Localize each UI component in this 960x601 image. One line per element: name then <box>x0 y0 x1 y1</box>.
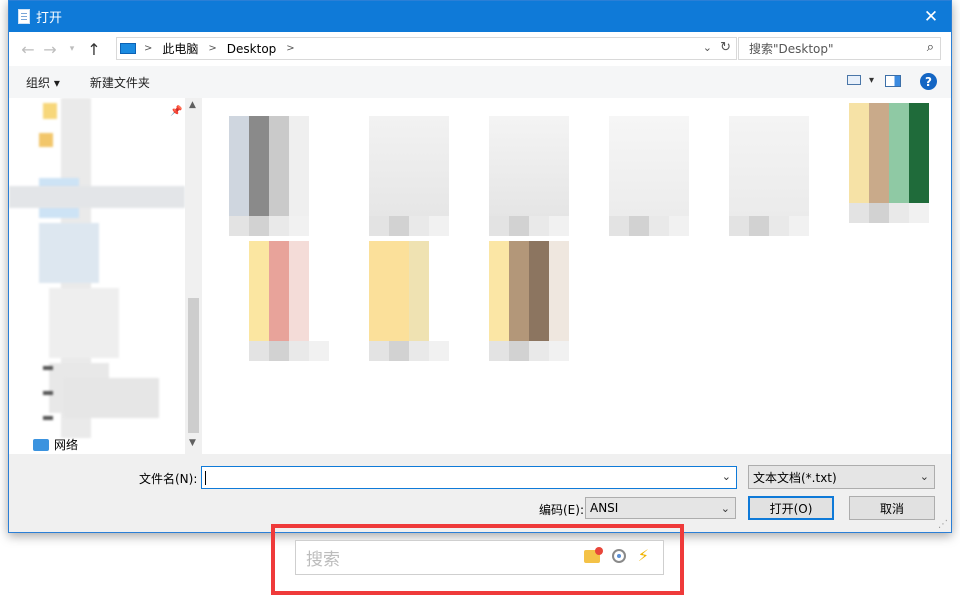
external-search-placeholder: 搜索 <box>306 550 340 570</box>
address-bar[interactable]: > 此电脑 > Desktop > ⌄ ↻ <box>116 37 737 60</box>
forward-arrow-icon[interactable]: → <box>39 40 61 59</box>
nav-item-network-label: 网络 <box>54 438 79 452</box>
search-input[interactable]: 搜索"Desktop" ⌕ <box>738 37 941 60</box>
window-title: 打开 <box>36 11 63 26</box>
notepad-icon <box>18 9 30 24</box>
filetype-select[interactable]: 文本文档(*.txt) ⌄ <box>748 465 935 489</box>
breadcrumb-this-pc[interactable]: 此电脑 <box>162 40 198 57</box>
file-item[interactable] <box>489 116 569 236</box>
organize-button[interactable]: 组织 ▾ <box>26 74 60 91</box>
navigation-pane: 📌 网络 <box>9 98 185 454</box>
preview-pane-icon[interactable] <box>885 75 901 87</box>
navigation-bar: ← → ▾ ↑ > 此电脑 > Desktop > ⌄ ↻ 搜索"Desktop… <box>9 32 951 66</box>
chevron-down-icon[interactable]: ⌄ <box>722 470 731 483</box>
search-placeholder: 搜索"Desktop" <box>749 42 834 56</box>
file-list <box>202 98 951 454</box>
lightning-icon[interactable]: ⚡ <box>638 548 649 564</box>
external-search-input[interactable]: 搜索 ⚡ <box>295 540 664 575</box>
recent-locations-icon[interactable]: ▾ <box>61 44 83 54</box>
refresh-icon[interactable]: ↻ <box>720 40 731 55</box>
folder-item[interactable] <box>249 241 329 361</box>
view-icon[interactable] <box>847 75 861 85</box>
new-folder-button[interactable]: 新建文件夹 <box>90 74 150 91</box>
up-arrow-icon[interactable]: ↑ <box>83 40 105 59</box>
command-bar: 组织 ▾ 新建文件夹 ▾ ? <box>9 66 951 99</box>
help-icon[interactable]: ? <box>920 73 937 90</box>
cancel-button[interactable]: 取消 <box>849 496 935 520</box>
close-button[interactable]: ✕ <box>911 1 951 32</box>
back-arrow-icon[interactable]: ← <box>17 40 39 59</box>
scroll-down-icon[interactable]: ▼ <box>189 438 196 448</box>
file-item[interactable] <box>369 116 449 236</box>
folder-icon <box>43 103 57 119</box>
folder-item[interactable] <box>489 241 569 361</box>
folder-icon[interactable] <box>583 546 603 563</box>
file-item[interactable] <box>729 116 809 236</box>
open-file-dialog: 打开 ✕ ← → ▾ ↑ > 此电脑 > Desktop > ⌄ ↻ 搜索"De… <box>8 0 952 533</box>
filename-label: 文件名(N): <box>139 472 198 486</box>
network-icon <box>33 438 49 451</box>
file-item[interactable] <box>849 103 929 223</box>
breadcrumb-desktop[interactable]: Desktop <box>227 42 277 56</box>
nav-item-network[interactable]: 网络 <box>33 436 78 453</box>
encoding-select[interactable]: ANSI ⌄ <box>585 497 736 519</box>
content-area: 📌 网络 ▲ ▼ <box>9 98 951 454</box>
filetype-value: 文本文档(*.txt) <box>753 470 837 485</box>
close-icon: ✕ <box>923 6 939 27</box>
drive-icon <box>43 366 53 370</box>
file-item[interactable] <box>229 116 309 236</box>
search-icon[interactable]: ⌕ <box>927 40 934 55</box>
dialog-footer: 文件名(N): ⌄ 文本文档(*.txt) ⌄ 编码(E): ANSI ⌄ 打开… <box>9 454 951 532</box>
folder-item[interactable] <box>369 241 449 361</box>
media-icon[interactable] <box>611 549 626 563</box>
resize-grip-icon[interactable]: ⋰ <box>938 519 948 530</box>
file-item[interactable] <box>609 116 689 236</box>
filename-input[interactable]: ⌄ <box>201 466 737 489</box>
pin-icon[interactable]: 📌 <box>170 106 182 117</box>
scrollbar-thumb[interactable] <box>188 298 199 433</box>
computer-icon <box>120 43 136 54</box>
title-bar[interactable]: 打开 ✕ <box>9 1 951 32</box>
search-tools: ⚡ <box>583 546 649 564</box>
encoding-value: ANSI <box>590 501 619 515</box>
view-dropdown-icon[interactable]: ▾ <box>869 75 874 86</box>
open-button[interactable]: 打开(O) <box>748 496 834 520</box>
chevron-down-icon: ⌄ <box>720 502 730 515</box>
drive-icon <box>43 416 53 420</box>
address-dropdown-icon[interactable]: ⌄ <box>703 41 712 54</box>
encoding-label: 编码(E): <box>539 503 584 517</box>
nav-item-selected[interactable] <box>9 186 185 208</box>
drive-icon <box>43 391 53 395</box>
chevron-down-icon: ⌄ <box>919 470 929 483</box>
scroll-up-icon[interactable]: ▲ <box>189 100 196 110</box>
nav-pane-scrollbar[interactable]: ▲ ▼ <box>185 98 202 454</box>
